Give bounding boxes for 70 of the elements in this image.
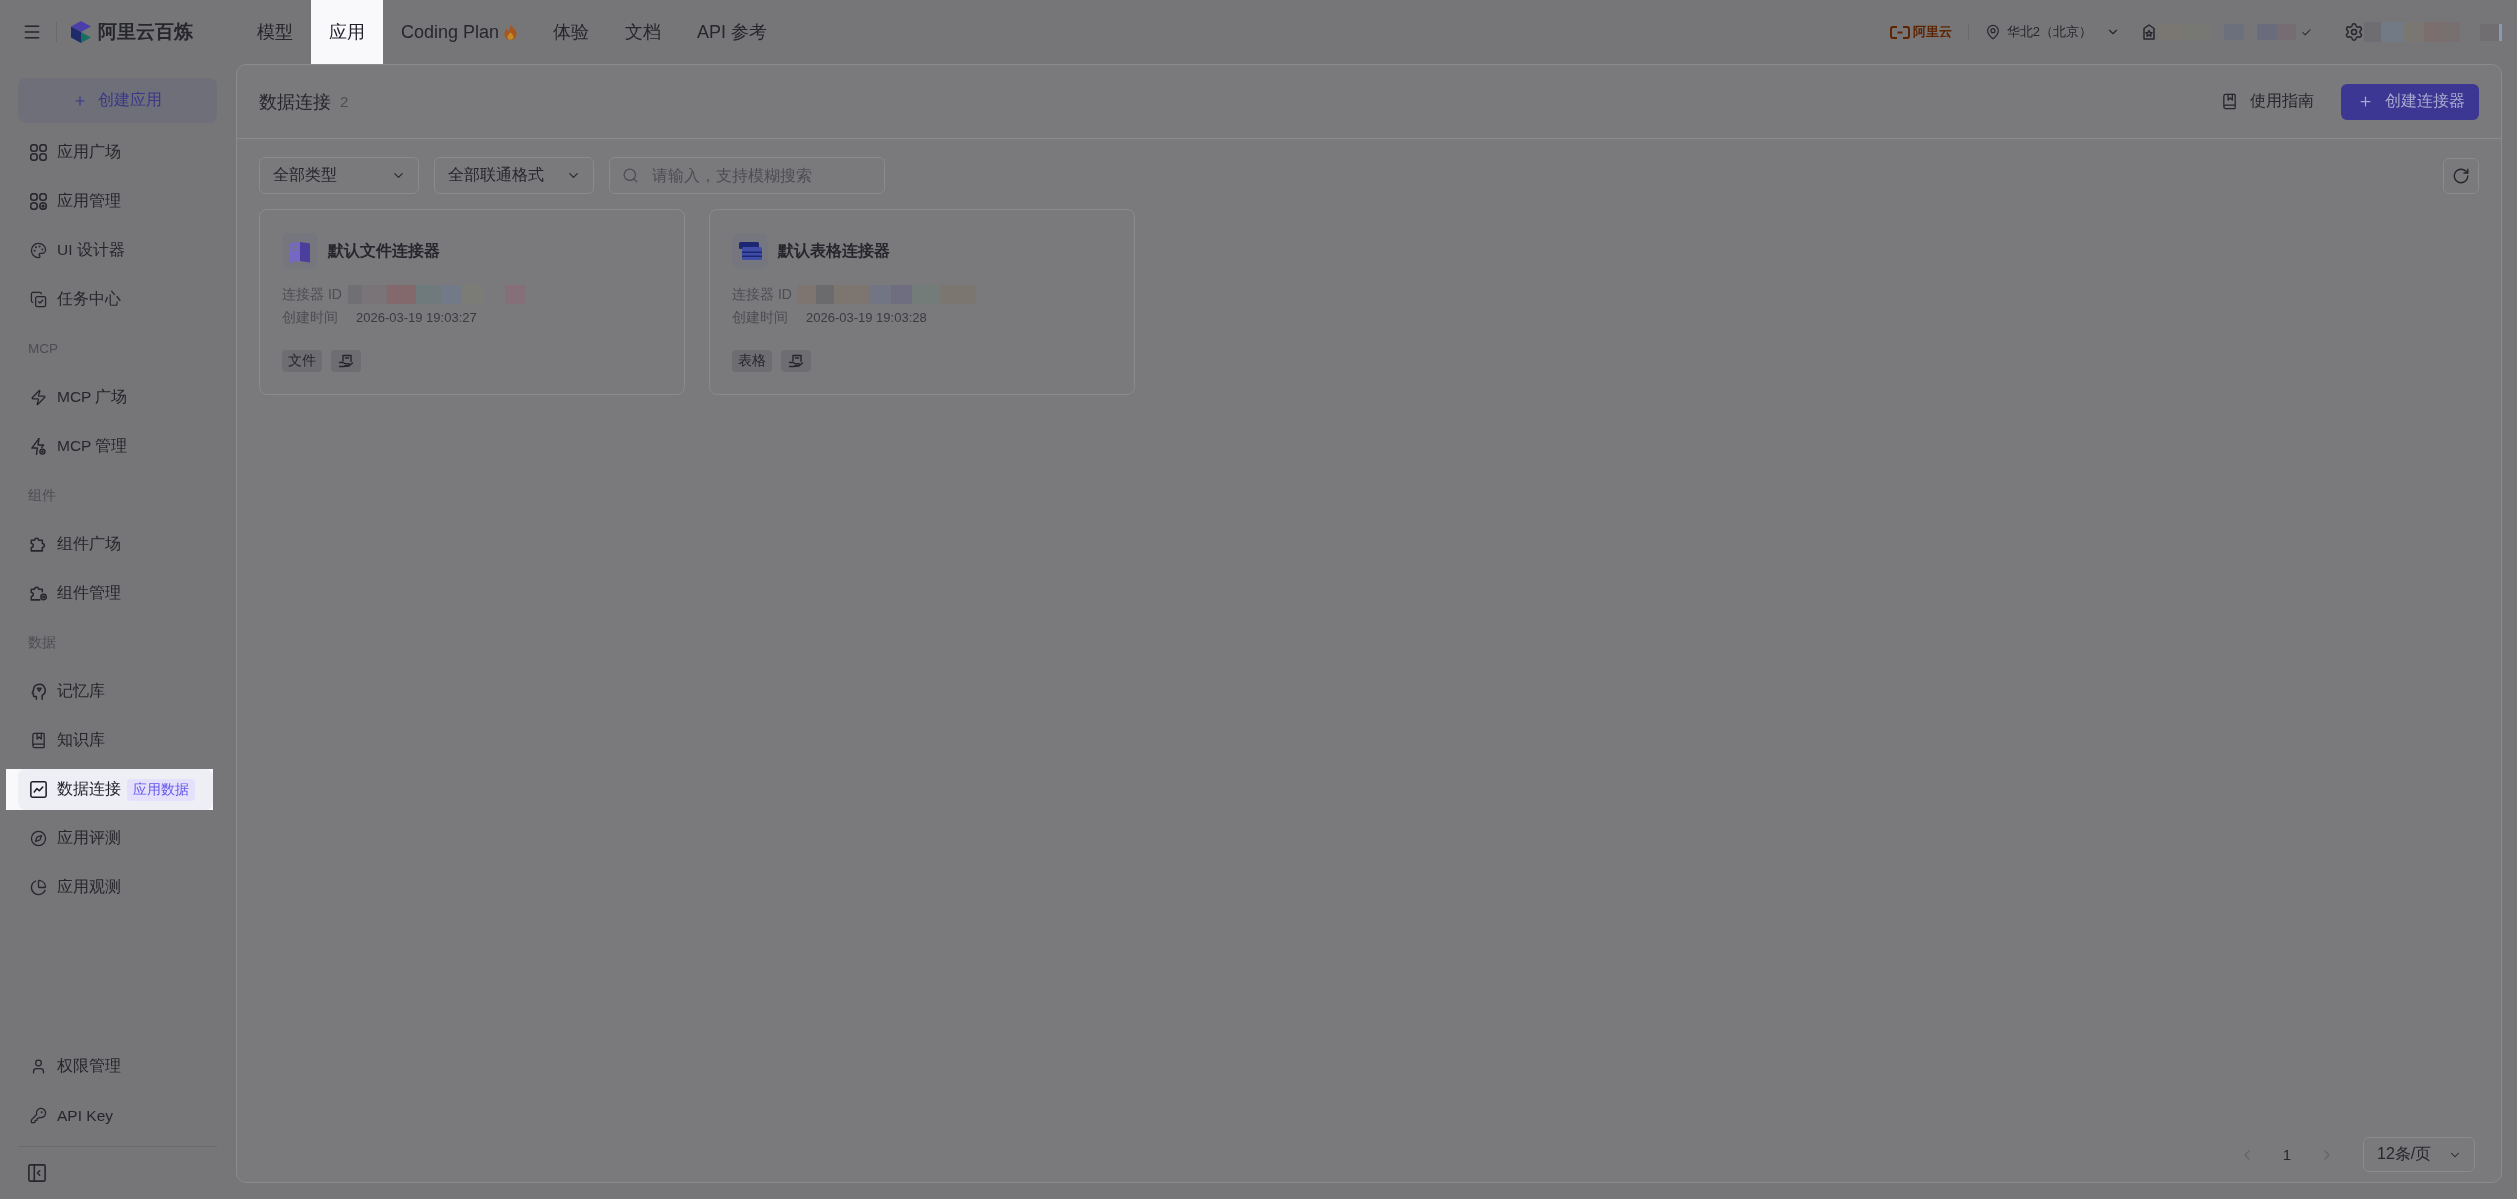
create-connector-button[interactable]: 创建连接器 bbox=[2341, 83, 2479, 120]
category-badge: 应用数据 bbox=[127, 778, 195, 801]
book-icon bbox=[2221, 93, 2238, 110]
type-select[interactable]: 全部类型 bbox=[259, 157, 419, 194]
puzzle-icon bbox=[30, 536, 47, 553]
lightning-icon bbox=[30, 389, 47, 406]
nav-tab[interactable]: API 参考 bbox=[679, 0, 786, 64]
location-pin-icon bbox=[1984, 24, 2001, 40]
sidebar-item[interactable]: 知识库 bbox=[18, 720, 217, 761]
guide-link[interactable]: 使用指南 bbox=[2221, 91, 2314, 112]
app-grid-gear-icon bbox=[30, 193, 47, 210]
region-selector[interactable]: 华北2（北京） bbox=[1984, 23, 2120, 41]
sidebar-item[interactable]: UI 设计器 bbox=[18, 230, 217, 271]
hand-holding-card-icon bbox=[331, 350, 361, 372]
checked-squares-icon bbox=[30, 291, 47, 308]
page-title: 数据连接 bbox=[259, 90, 331, 114]
key-icon bbox=[30, 1107, 47, 1124]
brand-name: 阿里云百炼 bbox=[98, 20, 193, 44]
created-time: 2026-03-19 19:03:28 bbox=[806, 310, 927, 325]
sidebar-item[interactable]: MCP 广场 bbox=[18, 377, 217, 418]
palette-icon bbox=[30, 242, 47, 259]
nav-tab[interactable]: 文档 bbox=[607, 0, 680, 64]
brand-logo-icon bbox=[70, 20, 92, 44]
sidebar-item[interactable]: 数据连接 应用数据 bbox=[18, 769, 213, 810]
nav-tab[interactable]: 体验 bbox=[535, 0, 608, 64]
created-time: 2026-03-19 19:03:27 bbox=[356, 310, 477, 325]
page-number[interactable]: 1 bbox=[2273, 1140, 2301, 1169]
user-icon bbox=[30, 1058, 47, 1075]
compass-icon bbox=[30, 830, 47, 847]
page-size-select[interactable]: 12条/页 bbox=[2363, 1137, 2475, 1172]
sidebar-item[interactable]: 权限管理 bbox=[18, 1046, 217, 1087]
nav-tab[interactable]: Coding Plan bbox=[383, 0, 536, 64]
badge-icon bbox=[2142, 24, 2156, 40]
line-chart-icon bbox=[30, 781, 47, 798]
connector-name: 默认文件连接器 bbox=[328, 240, 440, 261]
app-grid-icon bbox=[30, 144, 47, 161]
pie-chart-icon bbox=[30, 879, 47, 896]
cloud-brand-name: 阿里云 bbox=[1912, 23, 1952, 41]
refresh-icon bbox=[2452, 166, 2470, 185]
book-icon bbox=[30, 732, 47, 749]
plus-icon bbox=[73, 93, 87, 108]
sidebar-item[interactable]: API Key bbox=[18, 1095, 217, 1136]
lightning-gear-icon bbox=[30, 438, 47, 455]
type-tag: 表格 bbox=[732, 350, 772, 372]
head-icon bbox=[30, 683, 47, 700]
settings-icon[interactable] bbox=[2344, 22, 2364, 42]
sidebar-item[interactable]: 应用评测 bbox=[18, 818, 217, 859]
sidebar-item[interactable]: 任务中心 bbox=[18, 279, 217, 320]
format-select[interactable]: 全部联通格式 bbox=[434, 157, 594, 194]
sidebar-item[interactable]: 应用观测 bbox=[18, 867, 217, 908]
type-tag: 文件 bbox=[282, 350, 322, 372]
search-icon bbox=[622, 167, 639, 184]
plus-icon bbox=[2358, 94, 2373, 109]
sidebar-collapse-icon[interactable] bbox=[28, 1164, 46, 1182]
nav-tab[interactable]: 模型 bbox=[239, 0, 311, 64]
nav-tab[interactable]: 应用 bbox=[311, 0, 383, 64]
create-app-button[interactable]: 创建应用 bbox=[18, 78, 217, 123]
sidebar-item[interactable]: MCP 管理 bbox=[18, 426, 217, 467]
sidebar-item[interactable]: 组件管理 bbox=[18, 573, 217, 614]
check-icon bbox=[2301, 26, 2312, 38]
sidebar-item[interactable]: 应用管理 bbox=[18, 181, 217, 222]
connector-name: 默认表格连接器 bbox=[778, 240, 890, 261]
sidebar-item[interactable]: 组件广场 bbox=[18, 524, 217, 565]
bracket-logo-icon bbox=[1889, 25, 1910, 39]
sidebar-item[interactable]: 应用广场 bbox=[18, 132, 217, 173]
puzzle-gear-icon bbox=[30, 585, 47, 602]
sidebar-item[interactable]: 记忆库 bbox=[18, 671, 217, 712]
hand-holding-card-icon bbox=[781, 350, 811, 372]
menu-icon[interactable] bbox=[22, 22, 42, 42]
refresh-button[interactable] bbox=[2443, 157, 2479, 194]
